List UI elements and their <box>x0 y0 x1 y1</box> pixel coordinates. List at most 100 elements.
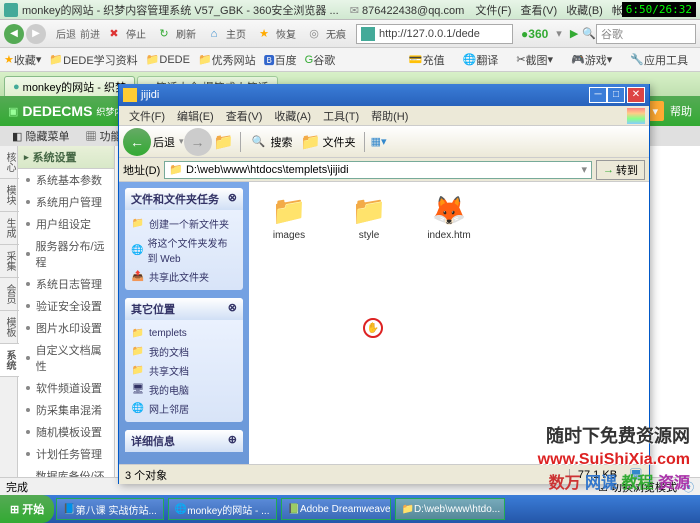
places-header[interactable]: 其它位置⊗ <box>125 298 243 320</box>
place-item[interactable]: 🌐网上邻居 <box>129 399 239 418</box>
bookmark-google[interactable]: G谷歌 <box>305 52 336 68</box>
go-icon[interactable]: ▶ <box>570 27 578 40</box>
back-label: 后退 <box>56 26 76 41</box>
tool-apps[interactable]: 🔧应用工具 <box>630 52 688 68</box>
windows-logo-icon <box>627 108 645 124</box>
bookmark-dede-study[interactable]: 📁DEDE学习资料 <box>49 52 137 68</box>
up-folder-icon[interactable]: 📁 <box>214 132 234 152</box>
menu-tools[interactable]: 工具(T) <box>317 108 365 124</box>
tool-screenshot[interactable]: ✂截图 ▾ <box>516 52 553 68</box>
menu-view[interactable]: 查看(V) <box>220 108 269 124</box>
task-item[interactable]: 📁创建一个新文件夹 <box>129 214 239 233</box>
search-button[interactable]: 🔍搜索 <box>249 132 293 152</box>
explorer-back-button[interactable]: ← <box>123 128 151 156</box>
file-item-images[interactable]: 📁images <box>259 192 319 241</box>
dropdown-icon[interactable]: ▾ <box>556 27 562 40</box>
file-item-style[interactable]: 📁style <box>339 192 399 241</box>
tasks-header[interactable]: 文件和文件夹任务⊗ <box>125 188 243 210</box>
task-pane: 文件和文件夹任务⊗ 📁创建一个新文件夹🌐将这个文件夹发布到 Web📤共享此文件夹… <box>119 182 249 464</box>
explorer-address-input[interactable]: 📁 D:\web\www\htdocs\templets\jijidi ▾ <box>164 161 592 179</box>
browser-title-bar: monkey的网站 - 织梦内容管理系统 V57_GBK - 360安全浏览器 … <box>0 0 700 20</box>
address-text: http://127.0.0.1/dede <box>379 28 508 40</box>
start-button[interactable]: ⊞开始 <box>0 495 54 523</box>
back-dropdown-icon[interactable]: ▾ <box>179 136 184 147</box>
menu-edit[interactable]: 编辑(E) <box>171 108 220 124</box>
menu-file[interactable]: 文件(F) <box>123 108 171 124</box>
sidebar-item[interactable]: 系统用户管理 <box>18 191 114 213</box>
task-item[interactable]: 📤共享此文件夹 <box>129 267 239 286</box>
home-icon[interactable]: ⌂ <box>205 25 223 43</box>
side-tab-core[interactable]: 核心 <box>0 146 19 179</box>
sidebar-item[interactable]: 系统基本参数 <box>18 169 114 191</box>
place-item[interactable]: 📁templets <box>129 324 239 342</box>
bookmark-baidu[interactable]: 🅱百度 <box>264 52 297 68</box>
details-panel: 详细信息⊕ <box>125 430 243 452</box>
sidebar-item[interactable]: 计划任务管理 <box>18 443 114 465</box>
incognito-icon[interactable]: ◎ <box>305 25 323 43</box>
details-header[interactable]: 详细信息⊕ <box>125 430 243 452</box>
taskbar-item-dreamweaver[interactable]: 📗Adobe Dreamweave... <box>281 498 391 520</box>
sidebar-item[interactable]: 防采集串混淆 <box>18 399 114 421</box>
home-label: 主页 <box>226 26 246 41</box>
bookmark-sites[interactable]: 📁优秀网站 <box>198 52 256 68</box>
tool-game[interactable]: 🎮游戏 ▾ <box>571 52 612 68</box>
explorer-menu: 文件(F) 编辑(E) 查看(V) 收藏(A) 工具(T) 帮助(H) <box>119 106 649 126</box>
side-tab-strip: 核心 模块 生成 采集 会员 模板 系统 <box>0 146 18 504</box>
menu-favorites[interactable]: 收藏(A) <box>268 108 317 124</box>
menu-help[interactable]: 帮助(H) <box>365 108 414 124</box>
tab-monkey[interactable]: ●monkey的网站 - 织梦 <box>4 76 135 96</box>
sidebar-item[interactable]: 验证安全设置 <box>18 295 114 317</box>
favicon-icon <box>4 3 18 17</box>
close-button[interactable]: ✕ <box>627 87 645 103</box>
forward-button[interactable]: ▶ <box>26 24 46 44</box>
side-tab-module[interactable]: 模块 <box>0 179 19 212</box>
stop-icon[interactable]: ✖ <box>105 25 123 43</box>
folders-button[interactable]: 📁文件夹 <box>301 132 356 152</box>
nav-hide-menu[interactable]: ◧ 隐藏菜单 <box>4 126 77 146</box>
help-link[interactable]: 帮助 <box>670 103 692 119</box>
side-tab-system[interactable]: 系统 <box>0 344 19 377</box>
bookmark-dede[interactable]: 📁DEDE <box>146 53 190 66</box>
taskbar-item-browser[interactable]: 🌐monkey的网站 - ... <box>168 498 277 520</box>
taskbar-item-explorer[interactable]: 📁D:\web\www\htdo... <box>395 498 505 520</box>
side-tab-collect[interactable]: 采集 <box>0 245 19 278</box>
place-item[interactable]: 📁共享文档 <box>129 361 239 380</box>
section-system-settings[interactable]: ▸系统设置 <box>18 146 114 169</box>
search-icon[interactable]: 🔍 <box>582 27 596 40</box>
sidebar-item[interactable]: 自定义文档属性 <box>18 339 114 377</box>
explorer-title-bar[interactable]: jijidi ─ □ ✕ <box>119 84 649 106</box>
place-item[interactable]: 📁我的文档 <box>129 342 239 361</box>
collapse-icon[interactable]: ⊗ <box>228 301 237 317</box>
side-tab-member[interactable]: 会员 <box>0 278 19 311</box>
minimize-button[interactable]: ─ <box>589 87 607 103</box>
window-title: monkey的网站 - 织梦内容管理系统 V57_GBK - 360安全浏览器 … <box>22 2 622 18</box>
status-done: 完成 <box>6 479 28 495</box>
expand-icon[interactable]: ⊕ <box>228 433 237 449</box>
side-tab-template[interactable]: 模板 <box>0 311 19 344</box>
sidebar-item[interactable]: 软件频道设置 <box>18 377 114 399</box>
taskbar-item-lesson[interactable]: 📘第八课 实战仿站... <box>56 498 164 520</box>
maximize-button[interactable]: □ <box>607 87 625 103</box>
task-item[interactable]: 🌐将这个文件夹发布到 Web <box>129 233 239 267</box>
place-item[interactable]: 🖥我的电脑 <box>129 380 239 399</box>
go-button[interactable]: →转到 <box>596 160 645 180</box>
refresh-icon[interactable]: ↻ <box>155 25 173 43</box>
file-item-index.htm[interactable]: 🦊index.htm <box>419 192 479 241</box>
sidebar-item[interactable]: 用户组设定 <box>18 213 114 235</box>
collapse-icon[interactable]: ⊗ <box>228 191 237 207</box>
sidebar-item[interactable]: 随机模板设置 <box>18 421 114 443</box>
bookmark-bar: ★收藏 ▾ 📁DEDE学习资料 📁DEDE 📁优秀网站 🅱百度 G谷歌 💳充值 … <box>0 48 700 72</box>
address-bar[interactable]: http://127.0.0.1/dede <box>356 24 513 44</box>
search-input[interactable]: 谷歌 <box>596 24 696 44</box>
tool-translate[interactable]: 🌐翻译 <box>463 52 499 68</box>
restore-icon[interactable]: ★ <box>255 25 273 43</box>
bookmark-favorites[interactable]: ★收藏 ▾ <box>4 52 41 68</box>
sidebar-item[interactable]: 系统日志管理 <box>18 273 114 295</box>
sidebar-item[interactable]: 图片水印设置 <box>18 317 114 339</box>
tool-recharge[interactable]: 💳充值 <box>409 52 445 68</box>
explorer-forward-button[interactable]: → <box>184 128 212 156</box>
side-tab-generate[interactable]: 生成 <box>0 212 19 245</box>
sidebar-item[interactable]: 服务器分布/远程 <box>18 235 114 273</box>
back-button[interactable]: ◀ <box>4 24 24 44</box>
view-mode-icon[interactable]: ▦▾ <box>369 132 389 152</box>
